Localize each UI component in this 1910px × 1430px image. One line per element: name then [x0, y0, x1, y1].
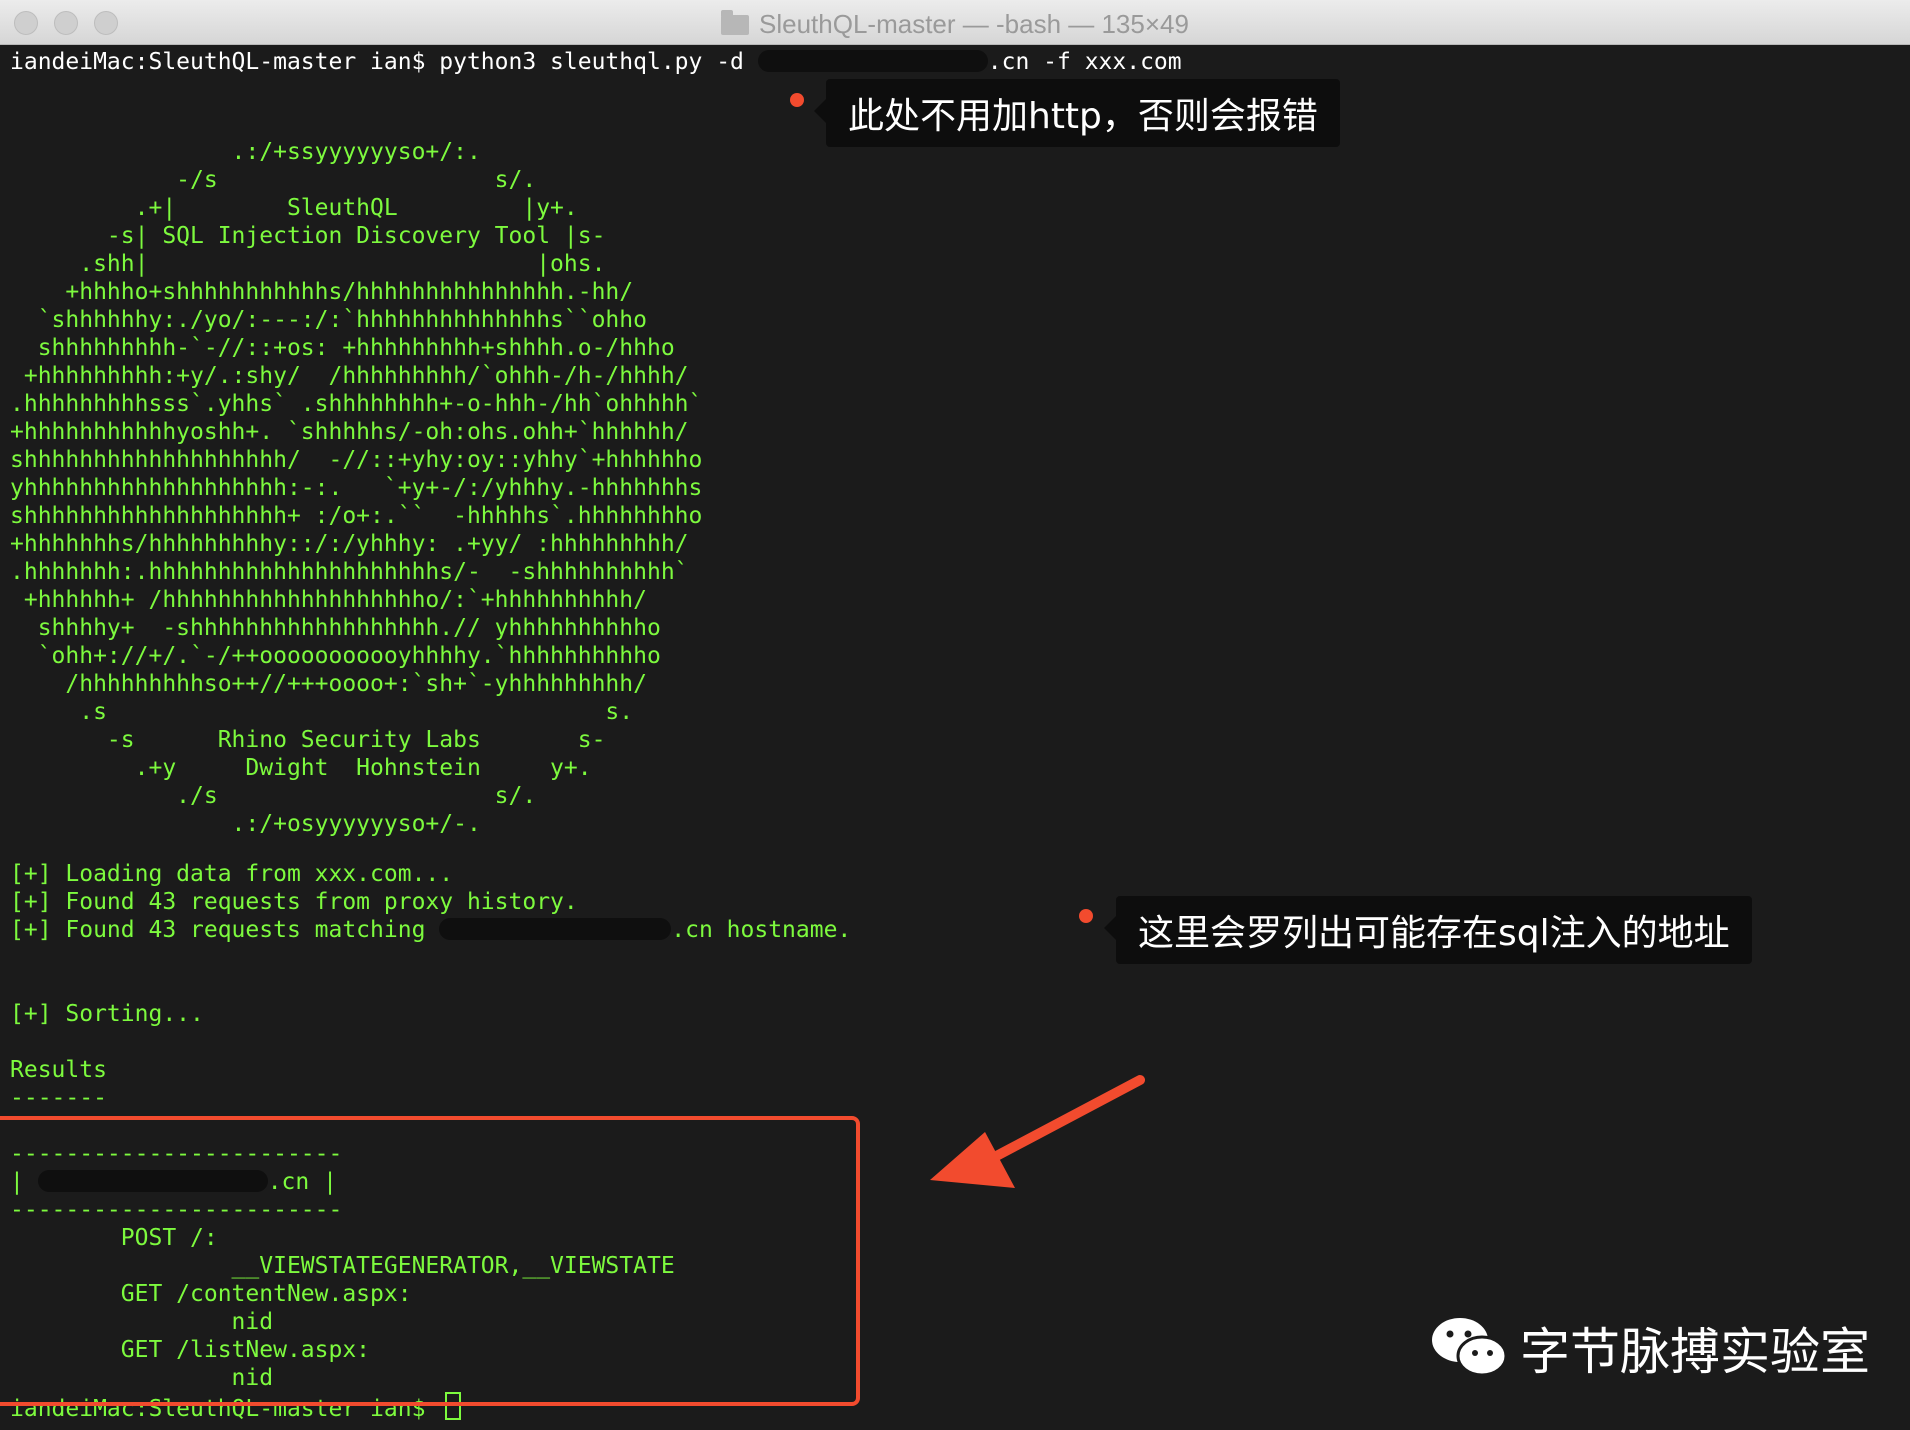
- watermark-text: 字节脉搏实验室: [1520, 1323, 1870, 1381]
- banner-line: -s Rhino Security Labs s-: [10, 727, 606, 753]
- command-args: .cn -f xxx.com: [987, 49, 1182, 75]
- banner-line: +hhhhhhhhh:+y/.:shy/ /hhhhhhhhh/`ohhh-/h…: [10, 363, 689, 389]
- banner-line: shhhhy+ -shhhhhhhhhhhhhhhhhh.// yhhhhhhh…: [10, 615, 661, 641]
- banner-line: .+y Dwight Hohnstein y+.: [10, 755, 592, 781]
- banner-line: .:/+osyyyyyyso+/-.: [10, 811, 481, 837]
- results-highlight-box: [0, 1116, 860, 1406]
- banner-line: +hhhho+shhhhhhhhhhhs/hhhhhhhhhhhhhhh.-hh…: [10, 279, 634, 305]
- banner-line: .hhhhhhh:.hhhhhhhhhhhhhhhhhhhhhs/- -shhh…: [10, 559, 689, 585]
- log-text: [+] Found 43 requests matching: [10, 917, 440, 943]
- banner-line: .s s.: [10, 699, 634, 725]
- banner-line: +hhhhhhhhhhhyoshh+. `shhhhhs/-oh:ohs.ohh…: [10, 419, 689, 445]
- banner-line: shhhhhhhhhhhhhhhhhhh/ -//::+yhy:oy::yhhy…: [10, 447, 703, 473]
- prompt: iandeiMac:SleuthQL-master ian$: [10, 49, 440, 75]
- banner-line: .+| SleuthQL |y+.: [10, 195, 578, 221]
- banner-line: ./s s/.: [10, 783, 537, 809]
- log-line: [+] Loading data from xxx.com...: [10, 861, 454, 887]
- banner-line: yhhhhhhhhhhhhhhhhhhh:-:. `+y+-/:/yhhhy.-…: [10, 475, 703, 501]
- command-text: python3 sleuthql.py -d: [439, 49, 758, 75]
- banner-line: shhhhhhhhhhhhhhhhhhh+ :/o+:.`` -hhhhhs`.…: [10, 503, 703, 529]
- log-text: .cn hostname.: [671, 917, 852, 943]
- banner-line: .shh| |ohs.: [10, 251, 606, 277]
- window-title-text: SleuthQL-master — -bash — 135×49: [759, 9, 1189, 39]
- annotation-dot: [1079, 909, 1093, 923]
- wechat-icon: [1432, 1318, 1508, 1377]
- banner-line: `shhhhhhy:./yo/:---:/:`hhhhhhhhhhhhhhs``…: [10, 307, 647, 333]
- banner-line: shhhhhhhhh-`-//::+os: +hhhhhhhhh+shhhh.o…: [10, 335, 675, 361]
- banner-line: +hhhhhh+ /hhhhhhhhhhhhhhhhhhho/:`+hhhhhh…: [10, 587, 647, 613]
- results-header: Results: [10, 1057, 107, 1083]
- redacted-host: [439, 918, 672, 940]
- callout-no-http: 此处不用加http，否则会报错: [814, 79, 1340, 147]
- callout-sql-results: 这里会罗列出可能存在sql注入的地址: [1104, 896, 1752, 964]
- banner-line: .:/+ssyyyyyyso+/:.: [10, 139, 481, 165]
- banner-line: -s| SQL Injection Discovery Tool |s-: [10, 223, 606, 249]
- command-line: iandeiMac:SleuthQL-master ian$ python3 s…: [10, 48, 1182, 76]
- banner-line: .hhhhhhhhhsss`.yhhs` .shhhhhhhh+-o-hhh-/…: [10, 391, 703, 417]
- results-rule: -------: [10, 1085, 107, 1111]
- log-line: [+] Sorting...: [10, 1001, 204, 1027]
- log-line: [+] Found 43 requests matching .cn hostn…: [10, 916, 851, 944]
- title-bar: SleuthQL-master — -bash — 135×49: [0, 0, 1910, 45]
- redacted-host: [757, 50, 988, 72]
- window-title: SleuthQL-master — -bash — 135×49: [0, 9, 1910, 40]
- banner-line: +hhhhhhhs/hhhhhhhhhy::/:/yhhhy: .+yy/ :h…: [10, 531, 689, 557]
- log-line: [+] Found 43 requests from proxy history…: [10, 889, 578, 915]
- annotation-dot: [790, 93, 804, 107]
- arrow-icon: [930, 1075, 1145, 1188]
- banner-line: /hhhhhhhhhso++//+++oooo+:`sh+`-yhhhhhhhh…: [10, 671, 647, 697]
- banner-line: -/s s/.: [10, 167, 537, 193]
- banner-line: `ohh+://+/.`-/++ooooooooooyhhhhy.`hhhhhh…: [10, 643, 661, 669]
- folder-icon: [721, 10, 750, 35]
